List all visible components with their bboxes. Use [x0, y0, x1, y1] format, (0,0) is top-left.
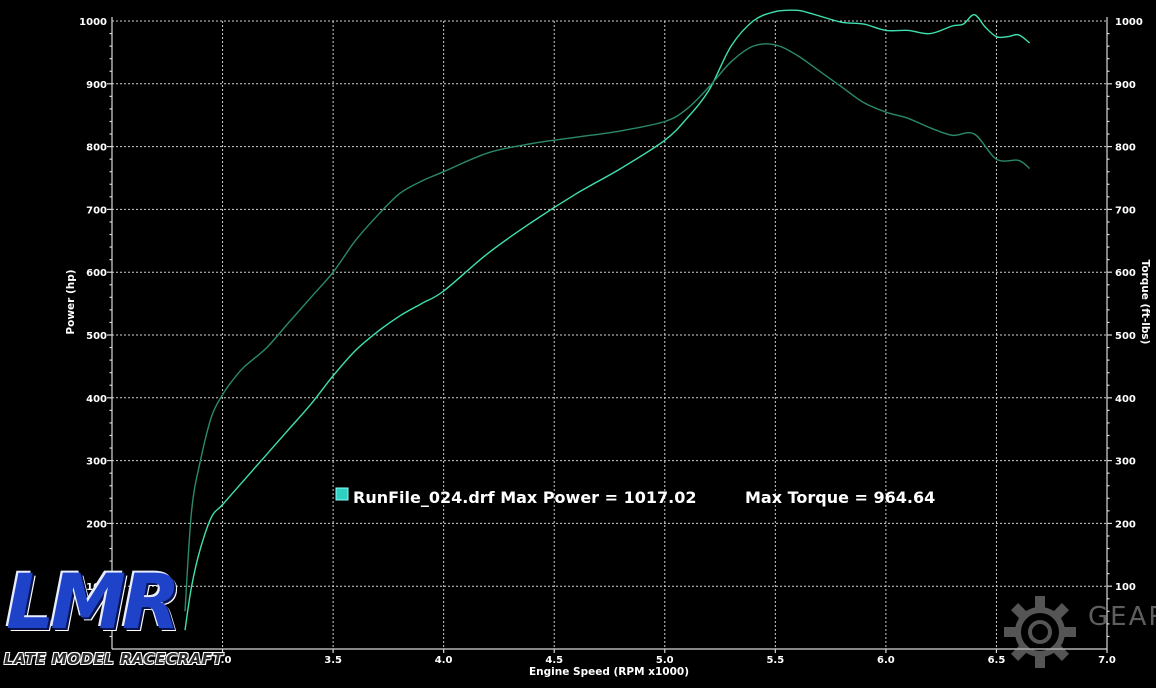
y-tick-label-right: 200 [1115, 519, 1136, 530]
y-tick-label-right: 600 [1115, 268, 1136, 279]
y-axis-title-right: Torque (ft-lbs) [1139, 260, 1151, 345]
chart-series [184, 9, 1031, 631]
y-tick-label-right: 1000 [1115, 17, 1143, 28]
y-tick-label-right: 500 [1115, 331, 1136, 342]
x-tick-label: 3.5 [324, 655, 342, 666]
x-tick-label: 6.0 [877, 655, 895, 666]
y-tick-label-left: 1000 [79, 17, 107, 28]
x-tick-labels: 3.0 3.5 4.0 4.5 5.0 5.5 6.0 6.5 7.0 [214, 655, 1116, 666]
chart-legend-annotation: RunFile_024.drf Max Power = 1017.02 Max … [335, 487, 935, 507]
gear-watermark: GEAR [1000, 592, 1156, 672]
y-tick-label-left: 700 [86, 205, 107, 216]
y-tick-label-right: 800 [1115, 143, 1136, 154]
gear-icon [1004, 596, 1076, 668]
y-tick-label-left: 600 [86, 268, 107, 279]
y-tick-label-left: 900 [86, 80, 107, 91]
y-tick-label-right: 700 [1115, 205, 1136, 216]
x-tick-label: 5.0 [656, 655, 674, 666]
y-tick-label-right: 400 [1115, 394, 1136, 405]
logo-subtext: LATE MODEL RACECRAFT [4, 650, 224, 668]
y-tick-label-left: 300 [86, 457, 107, 468]
y-tick-labels-left: 1002003004005006007008009001000 [79, 17, 107, 593]
logo-main-text: LMR [6, 557, 181, 646]
legend-max-torque: Max Torque = 964.64 [745, 488, 935, 507]
torque-curve [184, 43, 1031, 612]
x-axis-title: Engine Speed (RPM x1000) [529, 666, 689, 678]
y-tick-label-left: 400 [86, 394, 107, 405]
y-tick-label-left: 200 [86, 519, 107, 530]
chart-grid [112, 20, 1107, 649]
y-tick-label-left: 800 [86, 143, 107, 154]
y-tick-label-right: 300 [1115, 457, 1136, 468]
legend-max-power: RunFile_024.drf Max Power = 1017.02 [353, 488, 696, 507]
y-tick-label-left: 500 [86, 331, 107, 342]
x-tick-label: 4.5 [545, 655, 563, 666]
legend-swatch [335, 487, 349, 501]
power-curve [184, 9, 1031, 631]
y-tick-labels-right: 1002003004005006007008009001000 [1115, 17, 1143, 593]
y-axis-title-left: Power (hp) [65, 269, 77, 334]
lmr-logo: LMR LATE MODEL RACECRAFT [4, 557, 224, 684]
x-tick-label: 5.5 [766, 655, 784, 666]
watermark-text: GEAR [1088, 602, 1156, 632]
y-tick-label-right: 900 [1115, 80, 1136, 91]
x-tick-label: 4.0 [435, 655, 453, 666]
